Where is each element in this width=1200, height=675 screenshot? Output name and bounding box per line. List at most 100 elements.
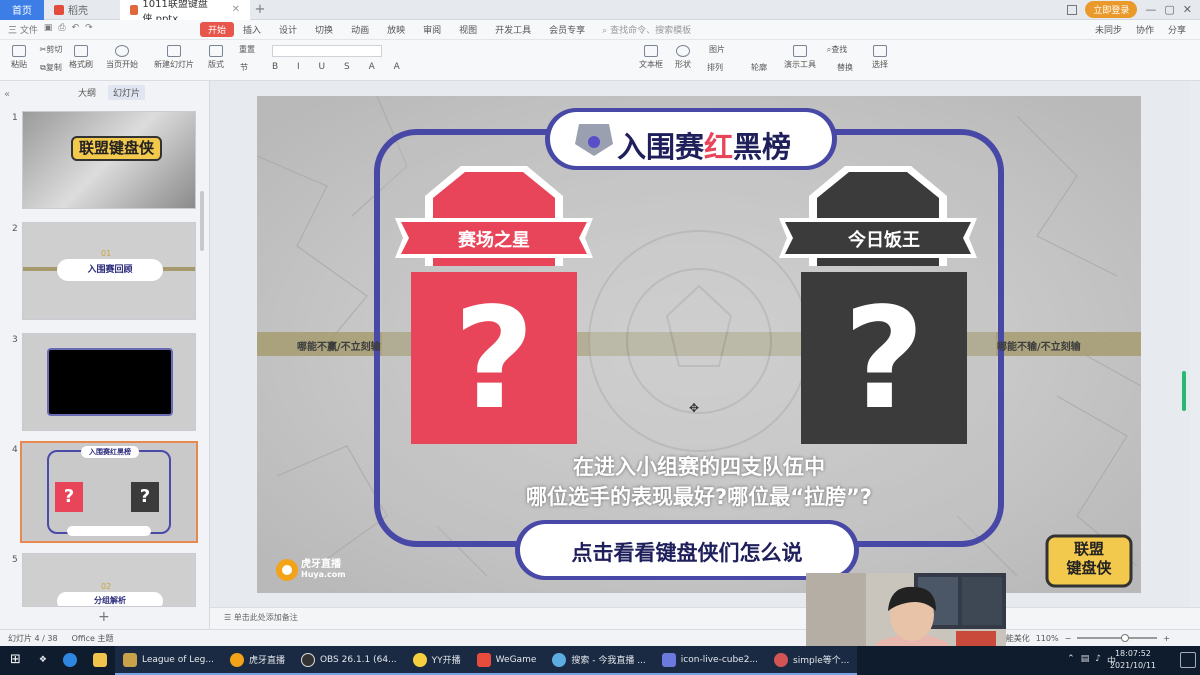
menu-item-transition[interactable]: 切换 — [306, 23, 342, 36]
current-slide[interactable]: 入围赛红黑榜 赛场之星 今日饭王 ? ? 在进入小组赛的四支队伍中 哪位选手的表… — [257, 96, 1141, 593]
menu-item-file[interactable]: 三 文件 — [8, 23, 38, 36]
zoom-slider-handle[interactable] — [1121, 634, 1130, 642]
tab-slides[interactable]: 幻灯片 — [108, 84, 146, 100]
body-line-1: 在进入小组赛的四支队伍中 — [573, 455, 825, 479]
network-icon[interactable]: ▤ — [1081, 654, 1090, 667]
thumb-title: 入围赛红黑榜 — [81, 446, 139, 458]
right-scroll-indicator[interactable] — [1182, 371, 1186, 411]
taskbar-app-icon-live[interactable]: icon-live-cube2... — [653, 646, 767, 675]
presentation-tools-label: 演示工具 — [784, 60, 816, 69]
folder-icon — [92, 652, 107, 667]
find-button[interactable]: ⌕查找 — [820, 44, 854, 55]
taskbar-app-simple[interactable]: simple等个... — [766, 646, 858, 675]
taskbar-app-lol[interactable]: League of Leg... — [114, 646, 222, 675]
reset-button[interactable]: 重置 — [232, 44, 262, 55]
share-button[interactable]: 分享 — [1168, 23, 1186, 36]
slide-title-suffix: 黑榜 — [733, 130, 792, 164]
undo-icon[interactable]: ↶ — [72, 23, 80, 36]
right-question-mark: ? — [843, 278, 925, 441]
textbox-button[interactable]: 文本框 — [634, 45, 668, 70]
tab-document[interactable]: 1011联盟键盘侠.pptx ✕ — [120, 0, 250, 25]
zoom-out-icon[interactable]: − — [1065, 634, 1072, 643]
arrange-button[interactable]: 排列 — [698, 62, 732, 73]
tray-chevron-icon[interactable]: ⌃ — [1067, 654, 1075, 667]
paste-button[interactable]: 粘贴 — [8, 45, 30, 70]
taskbar-app-yy[interactable]: YY开播 — [404, 646, 469, 675]
thumbnail-scrollbar[interactable] — [200, 191, 204, 251]
save-icon[interactable]: ▣ — [44, 23, 53, 36]
windows-taskbar: ⊞ ❖ League of Leg... 虎牙直播 OBS 26.1.1 (64… — [0, 646, 1200, 675]
minimize-icon[interactable]: — — [1145, 3, 1156, 16]
taskbar-app-wegame[interactable]: WeGame — [468, 646, 545, 675]
font-family-select[interactable] — [272, 45, 382, 57]
tab-docer[interactable]: 稻壳 — [44, 0, 120, 20]
notes-pane[interactable]: ☰ 单击此处添加备注 — [210, 607, 1200, 629]
format-painter-button[interactable]: 格式刷 — [68, 45, 94, 70]
font-style-buttons[interactable]: B I U S A A — [272, 62, 512, 72]
picture-button[interactable]: 图片 — [700, 44, 734, 55]
start-button[interactable]: ⊞ — [0, 646, 31, 675]
thumb-title: 入围赛回顾 — [57, 259, 163, 281]
layout-button[interactable]: 版式 — [204, 45, 228, 70]
menu-item-animation[interactable]: 动画 — [342, 23, 378, 36]
new-slide-button[interactable]: 新建幻灯片 — [152, 45, 196, 70]
menu-item-view[interactable]: 视图 — [450, 23, 486, 36]
print-icon[interactable]: ⎙ — [58, 23, 65, 36]
menu-item-design[interactable]: 设计 — [270, 23, 306, 36]
new-tab-button[interactable]: + — [250, 2, 270, 17]
zoom-level[interactable]: 110% — [1036, 634, 1059, 643]
command-search-input[interactable]: ⌕ 查找命令、搜索模板 — [602, 23, 691, 36]
menu-item-developer[interactable]: 开发工具 — [486, 23, 540, 36]
close-window-icon[interactable]: ✕ — [1183, 3, 1192, 16]
explorer-button[interactable] — [85, 646, 115, 675]
taskbar-app-obs[interactable]: OBS 26.1.1 (64... — [292, 646, 405, 675]
menu-item-home[interactable]: 开始 — [200, 22, 235, 37]
cta-text[interactable]: 点击看看键盘侠们怎么说 — [520, 537, 854, 567]
zoom-slider[interactable] — [1077, 634, 1158, 642]
replace-button[interactable]: 替换 — [830, 62, 860, 73]
status-bar: 幻灯片 4 / 38 Office 主题 智能美化 110% − + — [0, 629, 1200, 646]
notification-icon[interactable] — [1180, 652, 1196, 668]
menu-bar: 三 文件 ▣ ⎙ ↶ ↷ 开始 插入 设计 切换 动画 放映 审阅 视图 开发工… — [0, 20, 1200, 40]
shape-button[interactable]: 形状 — [670, 45, 696, 70]
sync-status[interactable]: 未同步 — [1095, 23, 1122, 36]
thumb-video-frame — [47, 348, 173, 416]
taskbar-clock[interactable]: 18:07:52 2021/10/11 — [1110, 648, 1156, 672]
section-button[interactable]: 节 — [232, 62, 256, 73]
find-label: 查找 — [831, 45, 848, 54]
volume-icon[interactable]: ♪ — [1095, 654, 1101, 667]
redo-icon[interactable]: ↷ — [85, 23, 93, 36]
cut-button[interactable]: ✂剪切 — [36, 44, 66, 55]
menu-item-review[interactable]: 审阅 — [414, 23, 450, 36]
zoom-in-icon[interactable]: + — [1163, 634, 1170, 643]
clock-date: 2021/10/11 — [1109, 661, 1156, 670]
slide-number: 1 — [12, 113, 18, 123]
start-from-current-button[interactable]: 当页开始 — [104, 45, 140, 70]
left-question-mark: ? — [453, 278, 535, 441]
wegame-icon — [476, 652, 491, 667]
menu-item-insert[interactable]: 插入 — [234, 23, 270, 36]
task-view-button[interactable]: ❖ — [31, 646, 55, 675]
close-tab-icon[interactable]: ✕ — [232, 4, 240, 15]
presentation-tools-button[interactable]: 演示工具 — [780, 45, 820, 70]
window-layout-icon[interactable] — [1067, 4, 1078, 15]
slide-title-prefix: 入围赛 — [617, 130, 705, 164]
taskbar-label: YY开播 — [431, 656, 461, 666]
login-button[interactable]: 立即登录 — [1085, 1, 1138, 18]
add-slide-button[interactable]: + — [98, 609, 110, 625]
collaborate-button[interactable]: 协作 — [1136, 23, 1154, 36]
strip-text-right: 哪能不输/不立刻输 — [997, 342, 1081, 353]
tab-outline[interactable]: 大纲 — [78, 86, 96, 99]
maximize-icon[interactable]: ▢ — [1164, 3, 1174, 16]
taskbar-app-huya[interactable]: 虎牙直播 — [221, 646, 293, 675]
tab-home[interactable]: 首页 — [0, 0, 44, 20]
select-button[interactable]: 选择 — [866, 45, 894, 70]
image-viewer-icon — [661, 652, 676, 667]
menu-item-member[interactable]: 会员专享 — [540, 23, 594, 36]
outline-button[interactable]: 轮廓 — [742, 62, 776, 73]
taskbar-app-search[interactable]: 搜索 - 今我直播 ... — [544, 646, 654, 675]
menu-item-slideshow[interactable]: 放映 — [378, 23, 414, 36]
collapse-panel-icon[interactable]: « — [4, 89, 10, 100]
copy-button[interactable]: ⧉复制 — [36, 62, 66, 73]
edge-button[interactable] — [55, 646, 85, 675]
